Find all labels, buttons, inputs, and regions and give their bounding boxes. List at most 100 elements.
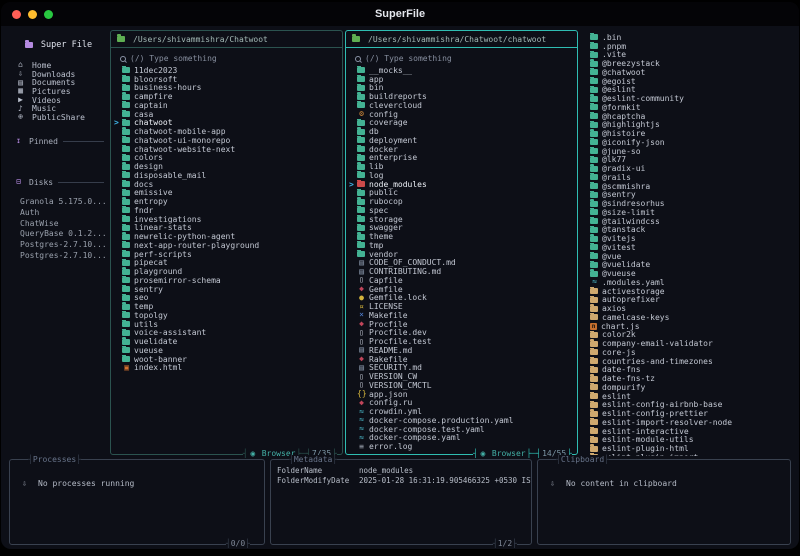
file-row[interactable]: entropy bbox=[113, 197, 339, 206]
file-row[interactable]: @sindresorhus bbox=[581, 199, 799, 208]
file-row[interactable]: eslint-config-airbnb-base bbox=[581, 400, 799, 409]
file-row[interactable]: company-email-validator bbox=[581, 339, 799, 348]
file-row[interactable]: ▤ CODE_OF_CONDUCT.md bbox=[348, 259, 574, 268]
file-row[interactable]: ● Gemfile.lock bbox=[348, 294, 574, 303]
file-row[interactable]: ⚙ config bbox=[348, 110, 574, 119]
file-row[interactable]: ◆ Gemfile bbox=[348, 285, 574, 294]
file-row[interactable]: ▤ SECURITY.md bbox=[348, 364, 574, 373]
file-row[interactable]: ▤ README.md bbox=[348, 346, 574, 355]
file-row[interactable]: ▤ CONTRIBUTING.md bbox=[348, 267, 574, 276]
file-row[interactable]: ▯ Procfile.test bbox=[348, 337, 574, 346]
file-row[interactable]: vendor bbox=[348, 249, 574, 259]
file-row[interactable]: rubocop bbox=[348, 197, 574, 206]
file-row[interactable]: tmp bbox=[348, 241, 574, 250]
file-row[interactable]: @vueuse bbox=[581, 269, 799, 278]
file-row[interactable]: woot-banner bbox=[113, 354, 339, 364]
file-row[interactable]: @eslint-community bbox=[581, 94, 799, 103]
file-row[interactable]: app bbox=[348, 74, 574, 84]
file-row[interactable]: perf-scripts bbox=[113, 249, 339, 259]
file-row[interactable]: ◆ Procfile bbox=[348, 320, 574, 329]
file-row[interactable]: ▯ Procfile.dev bbox=[348, 329, 574, 338]
sidebar-item-documents[interactable]: ▤ Documents bbox=[9, 78, 108, 87]
file-row[interactable]: @radix-ui bbox=[581, 164, 799, 173]
file-row[interactable]: chatwoot-website-next bbox=[113, 144, 339, 154]
file-row[interactable]: × Makefile bbox=[348, 311, 574, 320]
file-row[interactable]: chatwoot-ui-monorepo bbox=[113, 136, 339, 145]
file-row[interactable]: eslint-plugin-html bbox=[581, 444, 799, 453]
file-row[interactable]: captain bbox=[113, 101, 339, 110]
file-row[interactable]: @lk77 bbox=[581, 155, 799, 164]
file-row[interactable]: autoprefixer bbox=[581, 295, 799, 304]
file-row[interactable]: .vite bbox=[581, 50, 799, 59]
file-row[interactable]: seo bbox=[113, 293, 339, 302]
file-row[interactable]: enterprise bbox=[348, 153, 574, 162]
file-row[interactable]: eslint bbox=[581, 391, 799, 401]
file-row[interactable]: @iconify-json bbox=[581, 138, 799, 147]
file-row[interactable]: ≈ docker-compose.yaml bbox=[348, 434, 574, 443]
file-row[interactable]: @eslint bbox=[581, 85, 799, 94]
file-row[interactable]: @vue bbox=[581, 251, 799, 261]
file-row[interactable]: campfire bbox=[113, 92, 339, 101]
file-row[interactable]: @egoist bbox=[581, 76, 799, 86]
file-row[interactable]: fndr bbox=[113, 206, 339, 215]
file-row[interactable]: bloorsoft bbox=[113, 74, 339, 84]
sidebar-item-videos[interactable]: ▶ Videos bbox=[9, 96, 108, 105]
file-row[interactable]: chatwoot-mobile-app bbox=[113, 127, 339, 136]
file-row[interactable]: @breezystack bbox=[581, 59, 799, 68]
file-row[interactable]: ▯ VERSION_CMCTL bbox=[348, 381, 574, 390]
file-row[interactable]: lib bbox=[348, 162, 574, 171]
file-row[interactable]: coverage bbox=[348, 118, 574, 127]
file-row[interactable]: pipecat bbox=[113, 258, 339, 267]
file-row[interactable]: > chatwoot bbox=[113, 118, 339, 127]
file-row[interactable]: spec bbox=[348, 206, 574, 215]
file-row[interactable]: ≈ crowdin.yml bbox=[348, 407, 574, 416]
minimize-window-button[interactable] bbox=[28, 10, 37, 19]
file-row[interactable]: buildreports bbox=[348, 92, 574, 101]
file-row[interactable]: eslint-interactive bbox=[581, 426, 799, 436]
file-row[interactable]: @scmmishra bbox=[581, 181, 799, 191]
disk-item[interactable]: Postgres-2.7.10... bbox=[9, 250, 108, 261]
file-row[interactable]: @tailwindcss bbox=[581, 216, 799, 226]
file-row[interactable]: disposable_mail bbox=[113, 171, 339, 180]
file-row[interactable]: ≈ docker-compose.production.yaml bbox=[348, 416, 574, 425]
file-row[interactable]: linear-stats bbox=[113, 223, 339, 232]
file-row[interactable]: date-fns bbox=[581, 365, 799, 374]
file-row[interactable]: utils bbox=[113, 319, 339, 329]
file-row[interactable]: topolgy bbox=[113, 311, 339, 320]
maximize-window-button[interactable] bbox=[44, 10, 53, 19]
file-row[interactable]: activestorage bbox=[581, 286, 799, 296]
file-row[interactable]: log bbox=[348, 171, 574, 180]
disk-item[interactable]: Postgres-2.7.10... bbox=[9, 239, 108, 250]
file-row[interactable]: ◆ Rakefile bbox=[348, 355, 574, 364]
file-row[interactable]: @size-limit bbox=[581, 208, 799, 217]
file-row[interactable]: docs bbox=[113, 179, 339, 189]
file-row[interactable]: __mocks__ bbox=[348, 66, 574, 75]
file-row[interactable]: sentry bbox=[113, 284, 339, 294]
sidebar-item-music[interactable]: ♪ Music bbox=[9, 104, 108, 113]
file-row[interactable]: colors bbox=[113, 153, 339, 162]
file-row[interactable]: ≈ .modules.yaml bbox=[581, 278, 799, 287]
file-row[interactable]: ◆ config.ru bbox=[348, 399, 574, 408]
file-row[interactable]: voice-assistant bbox=[113, 328, 339, 337]
file-row[interactable]: @rails bbox=[581, 173, 799, 182]
file-row[interactable]: bin bbox=[348, 83, 574, 92]
file-row[interactable]: date-fns-tz bbox=[581, 374, 799, 383]
file-row[interactable]: ≈ docker-compose.test.yaml bbox=[348, 425, 574, 434]
file-row[interactable]: @vitest bbox=[581, 243, 799, 252]
sidebar-item-downloads[interactable]: ⇩ Downloads bbox=[9, 70, 108, 79]
file-row[interactable]: casa bbox=[113, 109, 339, 119]
file-row[interactable]: newrelic-python-agent bbox=[113, 232, 339, 241]
file-row[interactable]: eslint-config-prettier bbox=[581, 409, 799, 418]
file-row[interactable]: .pnpm bbox=[581, 41, 799, 51]
sidebar-item-home[interactable]: ⌂ Home bbox=[9, 61, 108, 70]
file-row[interactable]: 11dec2023 bbox=[113, 66, 339, 75]
file-row[interactable]: swagger bbox=[348, 223, 574, 232]
file-row[interactable]: countries-and-timezones bbox=[581, 356, 799, 366]
file-row[interactable]: @june-so bbox=[581, 146, 799, 156]
close-window-button[interactable] bbox=[12, 10, 21, 19]
file-row[interactable]: design bbox=[113, 162, 339, 171]
file-row[interactable]: playground bbox=[113, 267, 339, 276]
file-row[interactable]: @formkit bbox=[581, 103, 799, 112]
file-row[interactable]: @histoire bbox=[581, 129, 799, 138]
file-row[interactable]: storage bbox=[348, 214, 574, 224]
